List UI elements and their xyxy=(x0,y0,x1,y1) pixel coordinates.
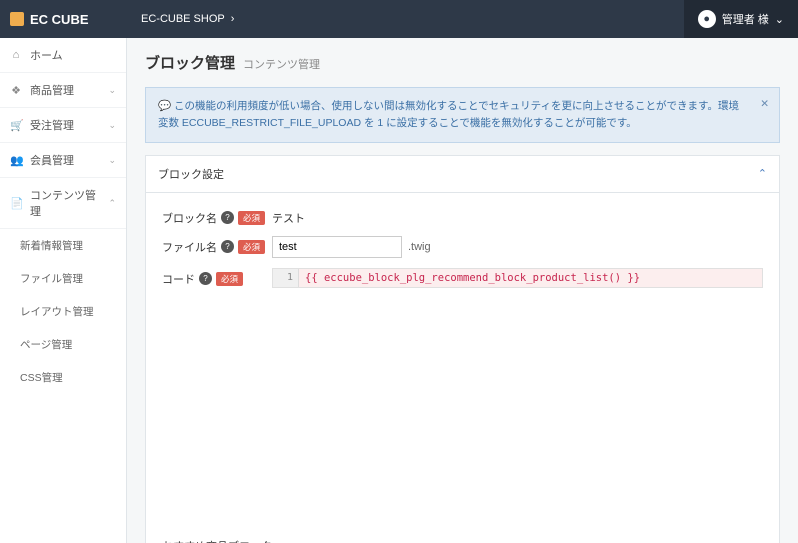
code-label: コード ? 必須 xyxy=(162,268,272,287)
sidebar-item-label: ホーム xyxy=(30,47,63,63)
code-text: {{ eccube_block_plg_recommend_block_prod… xyxy=(305,272,640,284)
sidebar-item-label: 商品管理 xyxy=(30,82,74,98)
chevron-up-icon: ⌃ xyxy=(758,167,767,180)
panel-header[interactable]: ブロック設定 ⌃ xyxy=(146,156,779,193)
shop-link[interactable]: EC-CUBE SHOP › xyxy=(127,13,248,25)
sidebar-item-products[interactable]: ❖ 商品管理 ⌄ xyxy=(0,73,126,108)
sidebar-item-members[interactable]: 👥 会員管理 ⌄ xyxy=(0,143,126,178)
label-text: コード xyxy=(162,271,195,287)
sidebar-subitem-label: ファイル管理 xyxy=(20,271,83,286)
chevron-right-icon: › xyxy=(231,13,235,25)
sidebar: ⌂ ホーム ❖ 商品管理 ⌄ 🛒 受注管理 ⌄ 👥 会員管理 ⌄ 📄 コンテンツ… xyxy=(0,38,127,543)
help-icon[interactable]: ? xyxy=(199,272,212,285)
line-number: 1 xyxy=(273,269,299,287)
code-line: {{ eccube_block_plg_recommend_block_prod… xyxy=(299,269,762,287)
sidebar-item-label: 会員管理 xyxy=(30,152,74,168)
page-title-text: ブロック管理 xyxy=(145,52,235,73)
sidebar-subitem-label: レイアウト管理 xyxy=(20,304,94,319)
user-menu[interactable]: ● 管理者 様 ⌄ xyxy=(684,0,798,38)
logo: EC CUBE xyxy=(0,12,127,27)
user-name: 管理者 様 xyxy=(722,11,769,27)
file-icon: 📄 xyxy=(10,197,22,210)
block-settings-panel: ブロック設定 ⌃ ブロック名 ? 必須 テスト ファイル名 ? 必須 xyxy=(145,155,780,543)
file-suffix: .twig xyxy=(408,241,431,253)
label-text: ブロック名 xyxy=(162,210,217,226)
cart-icon: 🛒 xyxy=(10,119,22,132)
close-icon[interactable]: ✕ xyxy=(760,96,769,113)
sidebar-item-content[interactable]: 📄 コンテンツ管理 ⌃ xyxy=(0,178,126,229)
sidebar-subitem-label: 新着情報管理 xyxy=(20,238,83,253)
users-icon: 👥 xyxy=(10,154,22,167)
chevron-down-icon: ⌄ xyxy=(775,13,784,26)
logo-cube-icon xyxy=(10,12,24,26)
label-text: ファイル名 xyxy=(162,239,217,255)
required-badge: 必須 xyxy=(238,240,265,254)
sidebar-item-home[interactable]: ⌂ ホーム xyxy=(0,38,126,73)
chevron-down-icon: ⌄ xyxy=(108,85,116,96)
sidebar-subitem-page[interactable]: ページ管理 xyxy=(0,328,126,361)
page-title: ブロック管理 コンテンツ管理 xyxy=(145,52,780,73)
chevron-down-icon: ⌄ xyxy=(108,120,116,131)
sidebar-subitem-css[interactable]: CSS管理 xyxy=(0,361,126,394)
file-name-label: ファイル名 ? 必須 xyxy=(162,236,272,255)
user-icon: ● xyxy=(698,10,716,28)
sidebar-subitem-file[interactable]: ファイル管理 xyxy=(0,262,126,295)
toggle-label: おすすめ商品ブロック化 xyxy=(162,538,272,543)
sidebar-subitem-label: CSS管理 xyxy=(20,370,63,385)
sidebar-item-label: 受注管理 xyxy=(30,117,74,133)
block-name-label: ブロック名 ? 必須 xyxy=(162,207,272,226)
comment-icon: 💬 xyxy=(158,100,174,112)
help-icon[interactable]: ? xyxy=(221,211,234,224)
chevron-up-icon: ⌃ xyxy=(108,198,116,209)
logo-text: EC CUBE xyxy=(30,12,89,27)
panel-title: ブロック設定 xyxy=(158,166,224,182)
product-icon: ❖ xyxy=(10,84,22,97)
sidebar-subitem-news[interactable]: 新着情報管理 xyxy=(0,229,126,262)
shop-link-label: EC-CUBE SHOP xyxy=(141,13,225,25)
sidebar-subitem-layout[interactable]: レイアウト管理 xyxy=(0,295,126,328)
file-name-input[interactable] xyxy=(272,236,402,258)
home-icon: ⌂ xyxy=(10,49,22,61)
help-icon[interactable]: ? xyxy=(221,240,234,253)
sidebar-item-orders[interactable]: 🛒 受注管理 ⌄ xyxy=(0,108,126,143)
chevron-down-icon: ⌄ xyxy=(108,155,116,166)
required-badge: 必須 xyxy=(238,211,265,225)
security-alert: 💬 この機能の利用頻度が低い場合、使用しない間は無効化することでセキュリティを更… xyxy=(145,87,780,143)
sidebar-item-label: コンテンツ管理 xyxy=(30,187,100,219)
sidebar-subitem-label: ページ管理 xyxy=(20,337,72,352)
page-subtitle: コンテンツ管理 xyxy=(243,56,320,72)
alert-text: この機能の利用頻度が低い場合、使用しない間は無効化することでセキュリティを更に向… xyxy=(158,100,739,129)
block-name-value: テスト xyxy=(272,207,763,226)
code-editor[interactable]: 1 {{ eccube_block_plg_recommend_block_pr… xyxy=(272,268,763,288)
required-badge: 必須 xyxy=(216,272,243,286)
